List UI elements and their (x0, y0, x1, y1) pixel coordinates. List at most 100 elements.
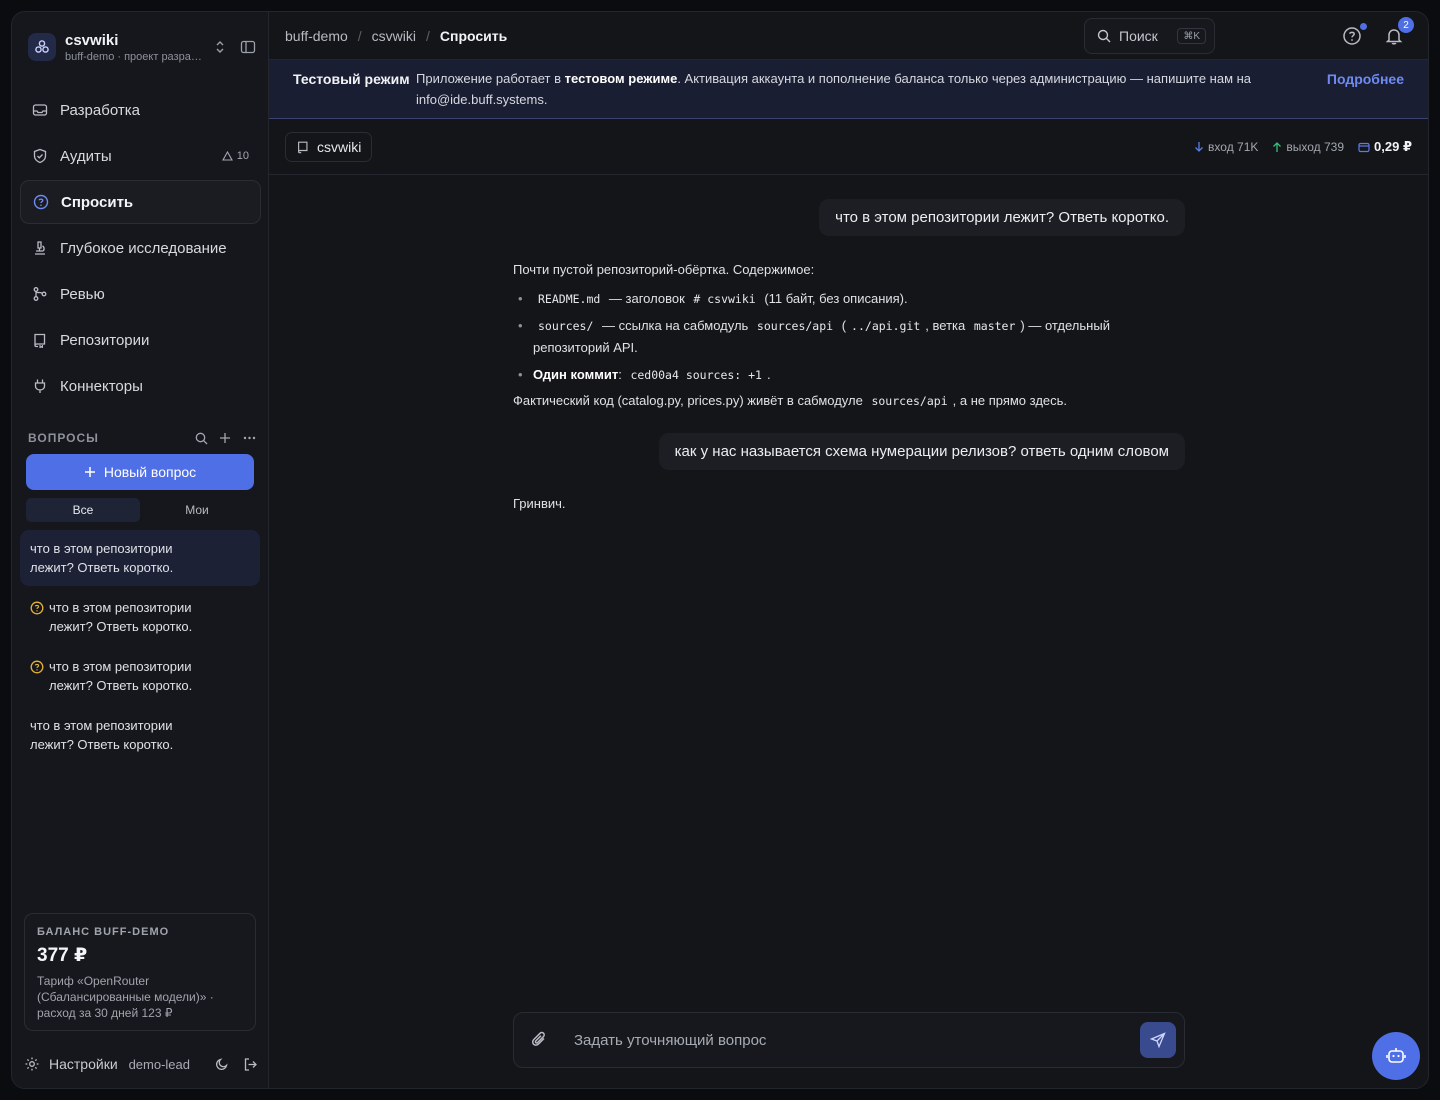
composer (513, 1012, 1185, 1068)
message-bubble: что в этом репозитории лежит? Ответь кор… (819, 199, 1185, 236)
microscope-icon (32, 240, 48, 256)
banner-text: Приложение работает в тестовом режиме. А… (416, 71, 1252, 107)
sidebar-item-label: Спросить (61, 193, 134, 211)
breadcrumb-current: Спросить (439, 27, 508, 44)
question-text: что в этом репозитории лежит? Ответь кор… (30, 718, 174, 752)
audit-warning-badge: 10 (221, 150, 249, 162)
help-unread-dot (1360, 23, 1367, 30)
user-message: что в этом репозитории лежит? Ответь кор… (513, 199, 1185, 236)
answer-list-item: README.md — заголовок # csvwiki (11 байт… (513, 288, 1185, 310)
filter-all[interactable]: Все (26, 498, 140, 522)
answer-intro: Почти пустой репозиторий-обёртка. Содерж… (513, 262, 815, 277)
sidebar-footer: Настройки demo-lead (24, 1052, 258, 1076)
workspace-logo-icon (28, 33, 56, 61)
message-bubble: как у нас называется схема нумерации рел… (658, 433, 1185, 470)
answer-list-item: Один коммит: ced00a4 sources: +1. (513, 364, 1185, 386)
answer-outro: Фактический код (catalog.py, prices.py) … (513, 393, 1068, 408)
question-filter: Все Мои (26, 498, 254, 522)
balance-amount: 377 ₽ (37, 945, 88, 966)
git-branch-icon (32, 286, 48, 302)
workspace-subtitle: buff-demo · проект разработки (65, 50, 205, 63)
inbox-icon (32, 102, 48, 118)
repo-chip[interactable]: csvwiki (285, 132, 373, 162)
sidebar-item-label: Аудиты (60, 147, 112, 165)
wallet-icon (1358, 142, 1370, 153)
token-usage: вход 71K выход 739 0,29 ₽ (1194, 139, 1412, 155)
gear-icon (25, 1057, 39, 1071)
answer-list: README.md — заголовок # csvwiki (11 байт… (513, 288, 1185, 386)
question-text: что в этом репозитории лежит? Ответь кор… (30, 541, 174, 575)
warning-icon (221, 151, 233, 161)
sidebar-item-audits[interactable]: Аудиты 10 (20, 134, 261, 178)
filter-mine[interactable]: Мои (140, 498, 254, 522)
notification-badge: 2 (1398, 17, 1414, 33)
app-window: csvwiki buff-demo · проект разработки Ра… (11, 11, 1429, 1089)
balance-label: БАЛАНС BUFF-DEMO (37, 926, 170, 938)
sidebar-item-label: Репозитории (60, 331, 150, 349)
user-name: demo-lead (128, 1056, 190, 1072)
follow-up-input[interactable] (574, 1031, 1140, 1049)
balance-note: Тариф «OpenRouter (Сбалансированные моде… (37, 974, 214, 1020)
workspace-switcher[interactable]: csvwiki buff-demo · проект разработки (24, 26, 259, 68)
breadcrumb-org[interactable]: buff-demo (285, 28, 348, 44)
sidebar-item-development[interactable]: Разработка (20, 88, 261, 132)
sidebar-item-review[interactable]: Ревью (20, 272, 261, 316)
main-area: buff-demo / csvwiki / Спросить Поиск ⌘K … (269, 12, 1428, 1088)
bot-icon (1386, 1048, 1406, 1063)
questions-title: ВОПРОСЫ (28, 431, 99, 445)
help-icon[interactable] (1342, 26, 1362, 46)
arrow-down-icon (1195, 142, 1204, 152)
logout-icon[interactable] (242, 1056, 258, 1072)
question-text: что в этом репозитории лежит? Ответь кор… (49, 659, 193, 693)
assistant-message: Почти пустой репозиторий-обёртка. Содерж… (513, 260, 1185, 411)
search-button[interactable]: Поиск ⌘K (1084, 18, 1215, 54)
sidebar: csvwiki buff-demo · проект разработки Ра… (12, 12, 269, 1088)
sidebar-nav: Разработка Аудиты 10 Спросить Глубокое и… (20, 88, 261, 410)
warning-question-icon (30, 660, 44, 674)
sidebar-item-label: Ревью (60, 285, 105, 303)
banner-more-link[interactable]: Подробнее (1327, 69, 1404, 118)
sidebar-item-label: Глубокое исследование (60, 239, 227, 257)
topbar: buff-demo / csvwiki / Спросить Поиск ⌘K … (269, 12, 1428, 60)
list-item[interactable]: что в этом репозитории лежит? Ответь кор… (20, 530, 260, 586)
list-item[interactable]: что в этом репозитории лежит? Ответь кор… (20, 707, 260, 763)
moon-icon[interactable] (214, 1056, 230, 1072)
search-icon (1097, 29, 1111, 43)
list-item[interactable]: что в этом репозитории лежит? Ответь кор… (20, 648, 260, 704)
sidebar-item-repositories[interactable]: Репозитории (20, 318, 261, 362)
sidebar-item-label: Коннекторы (60, 377, 143, 395)
shield-icon (32, 148, 48, 164)
breadcrumb-project[interactable]: csvwiki (372, 28, 416, 44)
balance-card: БАЛАНС BUFF-DEMO 377 ₽ Тариф «OpenRouter… (24, 913, 256, 1031)
warning-question-icon (30, 601, 44, 615)
send-icon (1150, 1032, 1166, 1048)
chevron-updown-icon[interactable] (211, 38, 229, 56)
repo-icon (298, 141, 308, 154)
settings-link[interactable]: Настройки (24, 1056, 129, 1072)
new-question-button[interactable]: Новый вопрос (26, 454, 254, 490)
user-message: как у нас называется схема нумерации рел… (513, 433, 1185, 470)
plus-icon[interactable] (218, 431, 232, 445)
assistant-bot-button[interactable] (1372, 1032, 1420, 1080)
answer-list-item: sources/ — ссылка на сабмодуль sources/a… (513, 315, 1185, 359)
arrow-up-icon (1273, 142, 1282, 152)
more-icon[interactable] (242, 431, 256, 445)
send-button[interactable] (1140, 1022, 1176, 1058)
banner-title: Тестовый режим (293, 71, 410, 87)
sidebar-collapse-icon[interactable] (237, 36, 259, 58)
context-bar: csvwiki вход 71K выход 739 0,29 ₽ (269, 120, 1428, 175)
output-tokens: выход 739 (1272, 140, 1344, 154)
test-mode-banner: Тестовый режим Приложение работает в тес… (269, 60, 1428, 119)
answer-text: Гринвич. (513, 496, 566, 511)
search-icon[interactable] (194, 431, 208, 445)
sidebar-item-ask[interactable]: Спросить (20, 180, 261, 224)
question-text: что в этом репозитории лежит? Ответь кор… (49, 600, 193, 634)
shortcut-hint: ⌘K (1177, 28, 1206, 44)
workspace-name: csvwiki (65, 31, 119, 49)
input-tokens: вход 71K (1194, 140, 1258, 154)
paperclip-icon[interactable] (530, 1030, 550, 1050)
sidebar-item-deep-research[interactable]: Глубокое исследование (20, 226, 261, 270)
questions-header: ВОПРОСЫ (28, 430, 256, 446)
sidebar-item-connectors[interactable]: Коннекторы (20, 364, 261, 408)
list-item[interactable]: что в этом репозитории лежит? Ответь кор… (20, 589, 260, 645)
